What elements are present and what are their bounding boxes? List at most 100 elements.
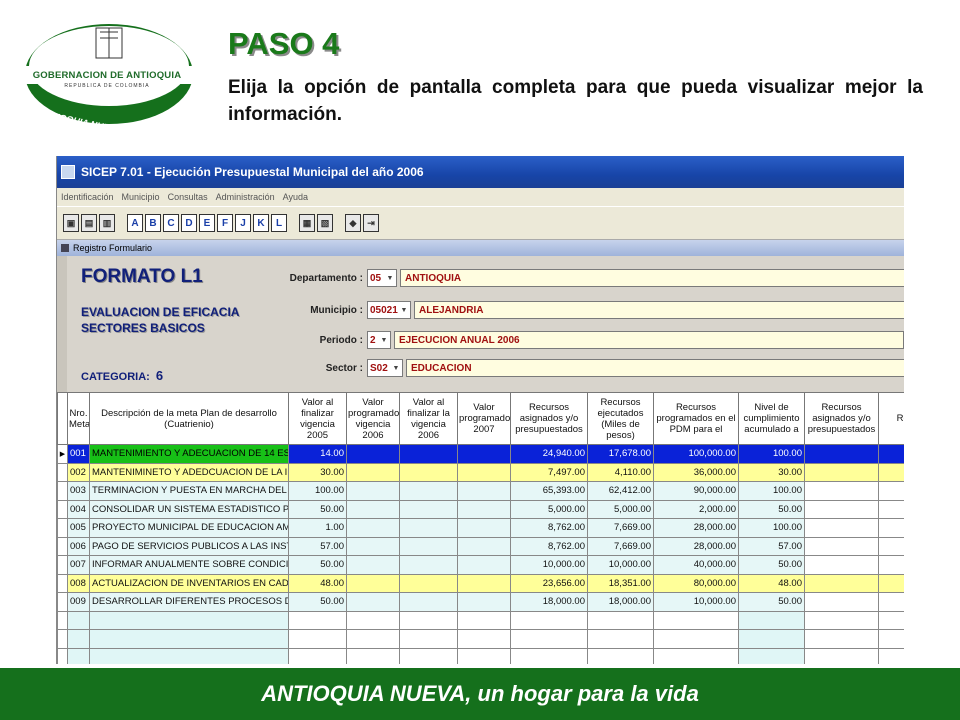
- row-selector[interactable]: [57, 536, 68, 556]
- cell-nivel[interactable]: 48.00: [738, 573, 805, 593]
- cell-nivel[interactable]: 50.00: [738, 555, 805, 575]
- empty-cell[interactable]: [804, 647, 879, 664]
- cell-p2007[interactable]: [457, 592, 511, 612]
- empty-cell[interactable]: [457, 647, 511, 664]
- cell-rec_pdm[interactable]: 28,000.00: [653, 518, 739, 538]
- cell-nro[interactable]: 001: [67, 444, 90, 464]
- table-row[interactable]: 002MANTENIMINETO Y ADEDCUACION DE LA INS…: [57, 462, 904, 482]
- table-row[interactable]: 008ACTUALIZACION DE INVENTARIOS EN CADA …: [57, 573, 904, 593]
- cell-v2006[interactable]: [399, 573, 458, 593]
- empty-cell[interactable]: [804, 610, 879, 630]
- empty-cell[interactable]: [587, 647, 654, 664]
- cell-rec_asig2[interactable]: [804, 555, 879, 575]
- cell-v2005[interactable]: 48.00: [288, 573, 347, 593]
- cell-rec_asig2[interactable]: [804, 481, 879, 501]
- cell-v2005[interactable]: 1.00: [288, 518, 347, 538]
- cell-p2007[interactable]: [457, 573, 511, 593]
- cell-rec_ejec2[interactable]: [878, 592, 904, 612]
- cell-nivel[interactable]: 100.00: [738, 481, 805, 501]
- cell-rec_asig[interactable]: 8,762.00: [510, 518, 588, 538]
- table-row[interactable]: 005PROYECTO MUNICIPAL DE EDUCACION AMBIE…: [57, 518, 904, 538]
- cell-p2006[interactable]: [346, 444, 400, 464]
- current-row-arrow-icon[interactable]: ▶: [57, 444, 68, 464]
- col-descripcion[interactable]: Descripción de la meta Plan de desarroll…: [89, 392, 289, 445]
- table-row[interactable]: 004CONSOLIDAR UN SISTEMA ESTADISTICO PER…: [57, 499, 904, 519]
- cell-rec_asig[interactable]: 10,000.00: [510, 555, 588, 575]
- cell-v2005[interactable]: 50.00: [288, 499, 347, 519]
- empty-cell[interactable]: [288, 647, 347, 664]
- empty-cell[interactable]: [878, 647, 904, 664]
- cell-p2006[interactable]: [346, 536, 400, 556]
- tool-d-button[interactable]: D: [181, 214, 197, 232]
- row-selector[interactable]: [57, 592, 68, 612]
- menu-consultas[interactable]: Consultas: [168, 192, 208, 202]
- cell-rec_pdm[interactable]: 10,000.00: [653, 592, 739, 612]
- cell-desc[interactable]: ACTUALIZACION DE INVENTARIOS EN CADA UNO: [89, 573, 289, 593]
- cell-rec_ejec[interactable]: 7,669.00: [587, 536, 654, 556]
- row-selector[interactable]: [57, 573, 68, 593]
- empty-cell[interactable]: [510, 647, 588, 664]
- cell-rec_asig[interactable]: 65,393.00: [510, 481, 588, 501]
- municipio-select[interactable]: 05021 ▼: [367, 301, 411, 319]
- sector-select[interactable]: S02 ▼: [367, 359, 403, 377]
- empty-cell[interactable]: [67, 647, 90, 664]
- cell-rec_pdm[interactable]: 2,000.00: [653, 499, 739, 519]
- cell-v2006[interactable]: [399, 462, 458, 482]
- empty-cell[interactable]: [57, 629, 68, 649]
- empty-cell[interactable]: [878, 629, 904, 649]
- cell-rec_ejec2[interactable]: [878, 462, 904, 482]
- empty-cell[interactable]: [89, 629, 289, 649]
- cell-p2007[interactable]: [457, 518, 511, 538]
- empty-row[interactable]: [57, 647, 904, 664]
- row-selector[interactable]: [57, 462, 68, 482]
- tool-book-icon[interactable]: ▦: [299, 214, 315, 232]
- cell-v2006[interactable]: [399, 518, 458, 538]
- cell-rec_ejec[interactable]: 18,351.00: [587, 573, 654, 593]
- cell-rec_ejec2[interactable]: [878, 536, 904, 556]
- cell-rec_asig2[interactable]: [804, 499, 879, 519]
- menu-administracion[interactable]: Administración: [216, 192, 275, 202]
- empty-cell[interactable]: [399, 610, 458, 630]
- cell-rec_ejec[interactable]: 18,000.00: [587, 592, 654, 612]
- empty-cell[interactable]: [288, 629, 347, 649]
- empty-cell[interactable]: [653, 610, 739, 630]
- col-recursos-asignados-2[interactable]: Recursos asignados y/o presupuestados: [804, 392, 879, 445]
- empty-cell[interactable]: [804, 629, 879, 649]
- empty-cell[interactable]: [89, 610, 289, 630]
- cell-rec_pdm[interactable]: 36,000.00: [653, 462, 739, 482]
- cell-rec_pdm[interactable]: 100,000.00: [653, 444, 739, 464]
- row-selector[interactable]: [57, 481, 68, 501]
- cell-v2006[interactable]: [399, 444, 458, 464]
- cell-p2007[interactable]: [457, 536, 511, 556]
- subwindow-titlebar[interactable]: Registro Formulario: [57, 240, 904, 256]
- cell-v2006[interactable]: [399, 499, 458, 519]
- empty-cell[interactable]: [346, 629, 400, 649]
- empty-cell[interactable]: [510, 610, 588, 630]
- cell-nivel[interactable]: 57.00: [738, 536, 805, 556]
- cell-p2006[interactable]: [346, 462, 400, 482]
- cell-rec_ejec2[interactable]: [878, 444, 904, 464]
- cell-p2006[interactable]: [346, 518, 400, 538]
- empty-cell[interactable]: [346, 610, 400, 630]
- col-valor-2006[interactable]: Valor al finalizar la vigencia 2006: [399, 392, 458, 445]
- cell-v2005[interactable]: 50.00: [288, 592, 347, 612]
- tool-e-button[interactable]: E: [199, 214, 215, 232]
- cell-v2005[interactable]: 30.00: [288, 462, 347, 482]
- cell-rec_ejec[interactable]: 4,110.00: [587, 462, 654, 482]
- empty-cell[interactable]: [399, 629, 458, 649]
- cell-rec_ejec2[interactable]: [878, 573, 904, 593]
- cell-p2007[interactable]: [457, 555, 511, 575]
- empty-cell[interactable]: [457, 610, 511, 630]
- cell-desc[interactable]: DESARROLLAR DIFERENTES PROCESOS DE NIV: [89, 592, 289, 612]
- periodo-select[interactable]: 2 ▼: [367, 331, 391, 349]
- cell-nro[interactable]: 009: [67, 592, 90, 612]
- cell-rec_pdm[interactable]: 40,000.00: [653, 555, 739, 575]
- row-selector[interactable]: [57, 555, 68, 575]
- tool-exit-icon[interactable]: ⇥: [363, 214, 379, 232]
- cell-rec_ejec[interactable]: 17,678.00: [587, 444, 654, 464]
- tool-k-button[interactable]: K: [253, 214, 269, 232]
- menu-ayuda[interactable]: Ayuda: [283, 192, 308, 202]
- col-recursos-ejecutados[interactable]: Recursos ejecutados (Miles de pesos): [587, 392, 654, 445]
- cell-p2006[interactable]: [346, 573, 400, 593]
- menu-municipio[interactable]: Municipio: [122, 192, 160, 202]
